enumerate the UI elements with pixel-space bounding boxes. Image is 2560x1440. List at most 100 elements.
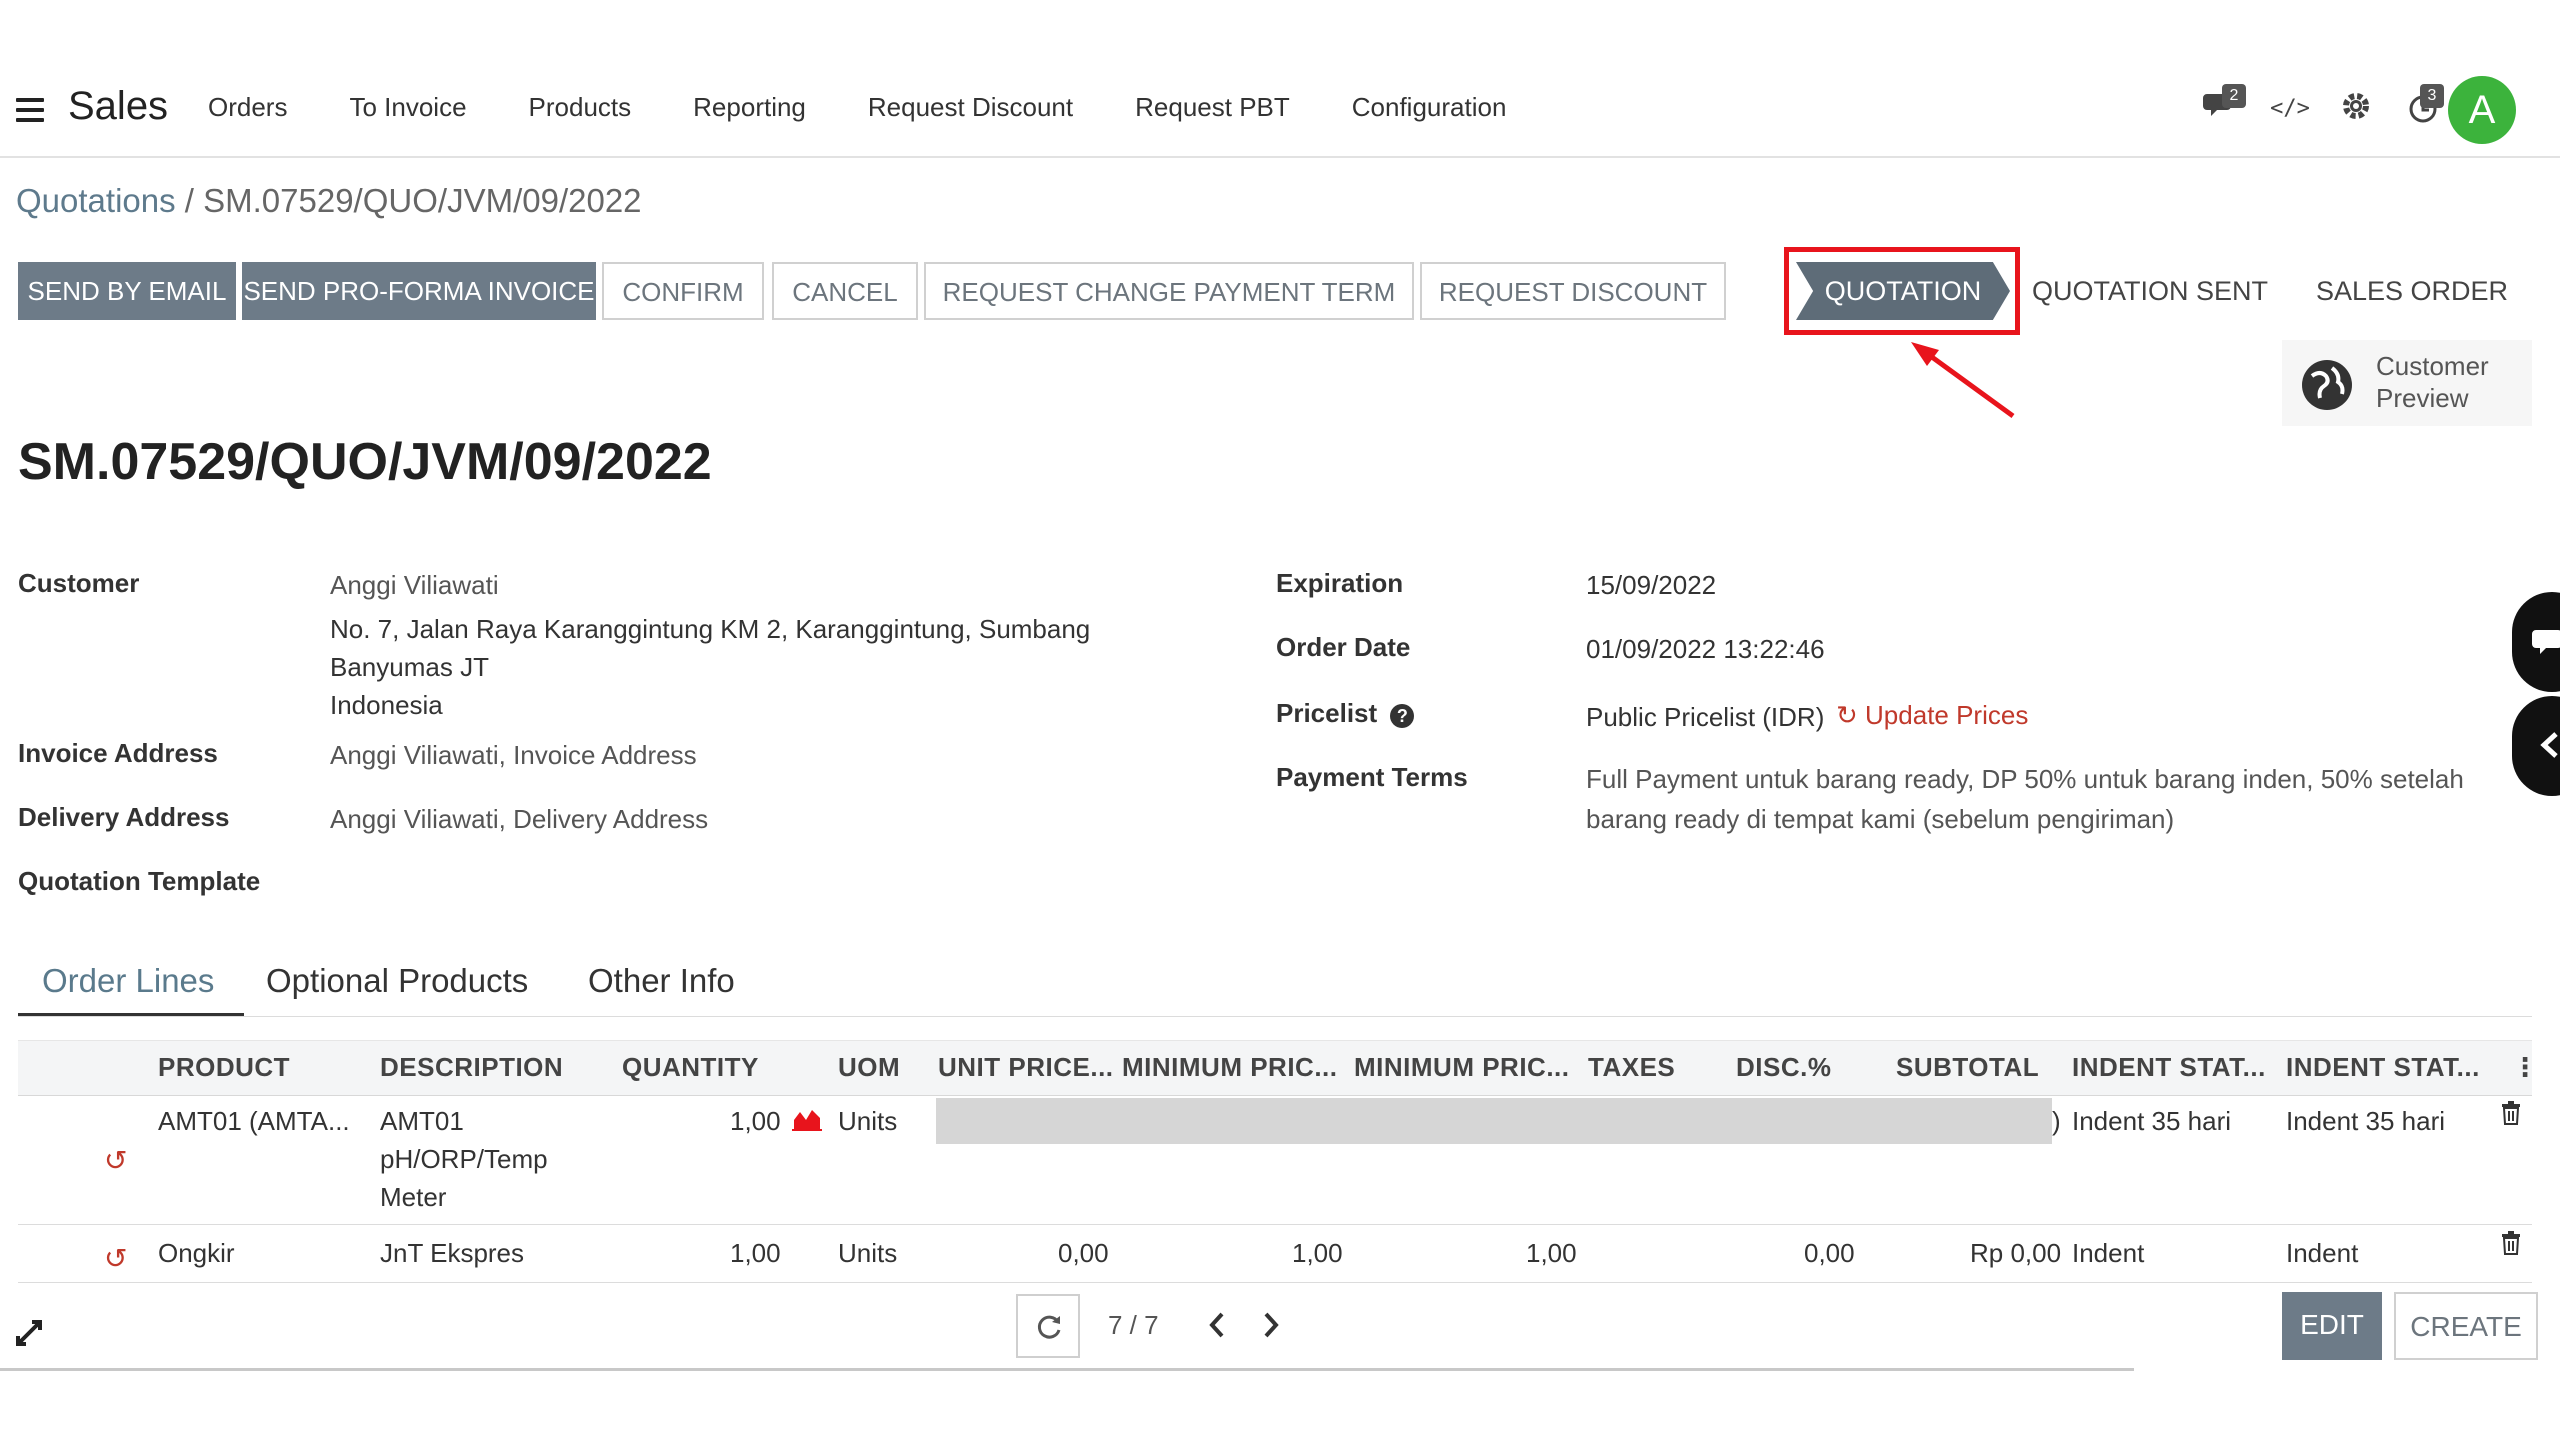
menu-request-discount[interactable]: Request Discount [868, 92, 1073, 123]
row1-product[interactable]: AMT01 (AMTA... [158, 1106, 350, 1137]
app-title[interactable]: Sales [68, 84, 168, 129]
expiration-label: Expiration [1276, 568, 1404, 598]
row2-disc[interactable]: 0,00 [1804, 1238, 1855, 1269]
pager-next-icon[interactable] [1262, 1310, 1282, 1345]
row2-indent-status-2[interactable]: Indent [2286, 1238, 2358, 1269]
menu-configuration[interactable]: Configuration [1352, 92, 1507, 123]
globe-icon [2302, 360, 2352, 410]
send-proforma-invoice-button[interactable]: SEND PRO-FORMA INVOICE [242, 262, 596, 320]
customer-address-line1: No. 7, Jalan Raya Karanggintung KM 2, Ka… [330, 614, 1091, 644]
row2-minimum-price-1[interactable]: 1,00 [1292, 1238, 1343, 1269]
col-minimum-price-1[interactable]: MINIMUM PRIC... [1122, 1052, 1338, 1083]
order-date-field[interactable]: 01/09/2022 13:22:46 [1586, 634, 1825, 665]
payment-terms-line1[interactable]: Full Payment untuk barang ready, DP 50% … [1586, 764, 2464, 795]
expiration-field[interactable]: 15/09/2022 [1586, 570, 1716, 601]
row2-indent-status-1[interactable]: Indent [2072, 1238, 2144, 1269]
trash-icon[interactable] [2500, 1230, 2522, 1263]
row1-description-line3[interactable]: Meter [380, 1182, 446, 1213]
row2-subtotal: Rp 0,00 [1970, 1238, 2062, 1268]
row2-quantity[interactable]: 1,00 [730, 1238, 781, 1269]
menu-orders[interactable]: Orders [208, 92, 287, 123]
menu-toggle-icon[interactable] [16, 98, 44, 122]
help-icon[interactable]: ? [1390, 704, 1415, 728]
row1-description-line1[interactable]: AMT01 [380, 1106, 464, 1137]
update-prices-link[interactable]: ↻ Update Prices [1836, 700, 2028, 731]
forecast-chart-icon[interactable] [792, 1106, 822, 1139]
status-quotation-sent[interactable]: QUOTATION SENT [2020, 262, 2280, 320]
status-sales-order[interactable]: SALES ORDER [2290, 262, 2534, 320]
create-button[interactable]: CREATE [2394, 1292, 2538, 1360]
tab-order-lines[interactable]: Order Lines [42, 962, 214, 1000]
col-uom[interactable]: UOM [838, 1052, 900, 1083]
menu-reporting[interactable]: Reporting [693, 92, 806, 123]
menu-request-pbt[interactable]: Request PBT [1135, 92, 1290, 123]
breadcrumb: Quotations / SM.07529/QUO/JVM/09/2022 [16, 182, 642, 220]
confirm-button[interactable]: CONFIRM [602, 262, 764, 320]
chat-bubble-widget[interactable] [2512, 592, 2560, 692]
row1-quantity[interactable]: 1,00 [730, 1106, 781, 1137]
customer-field[interactable]: Anggi Viliawati [330, 570, 499, 601]
row1-indent-status-1[interactable]: Indent 35 hari [2072, 1106, 2231, 1137]
pager-previous-icon[interactable] [1206, 1310, 1226, 1345]
request-change-payment-term-button[interactable]: REQUEST CHANGE PAYMENT TERM [924, 262, 1414, 320]
expand-icon[interactable] [14, 1318, 44, 1348]
col-quantity[interactable]: QUANTITY [622, 1052, 759, 1083]
tab-optional-products[interactable]: Optional Products [266, 962, 528, 1000]
send-by-email-button[interactable]: SEND BY EMAIL [18, 262, 236, 320]
code-icon[interactable]: </> [2270, 96, 2310, 136]
menu-products[interactable]: Products [529, 92, 632, 123]
user-avatar[interactable]: A [2448, 76, 2516, 144]
breadcrumb-separator: / [175, 182, 204, 219]
col-minimum-price-2[interactable]: MINIMUM PRIC... [1354, 1052, 1570, 1083]
col-description[interactable]: DESCRIPTION [380, 1052, 563, 1083]
undo-icon[interactable]: ↺ [104, 1242, 127, 1275]
customer-preview-label: Customer Preview [2376, 350, 2489, 414]
col-disc[interactable]: DISC.% [1736, 1052, 1831, 1083]
col-subtotal[interactable]: SUBTOTAL [1896, 1052, 2039, 1083]
annotation-arrow-icon [1911, 342, 2015, 419]
top-navbar: Sales Orders To Invoice Products Reporti… [0, 0, 2560, 158]
collapse-panel-widget[interactable] [2512, 696, 2560, 796]
customer-address-line2: Banyumas JT [330, 652, 489, 682]
invoice-address-field[interactable]: Anggi Viliawati, Invoice Address [330, 740, 697, 771]
trash-icon[interactable] [2500, 1100, 2522, 1133]
row-divider [18, 1282, 2532, 1283]
payment-terms-label: Payment Terms [1276, 762, 1468, 792]
row2-minimum-price-2[interactable]: 1,00 [1526, 1238, 1577, 1269]
quotation-template-label: Quotation Template [18, 866, 261, 896]
row2-description[interactable]: JnT Ekspres [380, 1238, 524, 1269]
menu-to-invoice[interactable]: To Invoice [349, 92, 466, 123]
pricelist-field[interactable]: Public Pricelist (IDR) [1586, 702, 1824, 733]
customer-preview-button[interactable]: Customer Preview [2282, 340, 2532, 426]
row1-indent-status-2[interactable]: Indent 35 hari [2286, 1106, 2445, 1137]
col-product[interactable]: PRODUCT [158, 1052, 290, 1083]
request-discount-button[interactable]: REQUEST DISCOUNT [1420, 262, 1726, 320]
pager-value[interactable]: 7 / 7 [1108, 1310, 1159, 1341]
tabs-divider [18, 1016, 2532, 1017]
row1-description-line2[interactable]: pH/ORP/Temp [380, 1144, 548, 1175]
col-indent-status-2[interactable]: INDENT STAT... [2286, 1052, 2480, 1083]
col-taxes[interactable]: TAXES [1588, 1052, 1675, 1083]
row1-uom[interactable]: Units [838, 1106, 897, 1137]
edit-button[interactable]: EDIT [2282, 1292, 2382, 1360]
delivery-address-field[interactable]: Anggi Viliawati, Delivery Address [330, 804, 708, 835]
refresh-icon: ↻ [1836, 700, 1858, 730]
reload-button[interactable] [1016, 1294, 1080, 1358]
column-options-icon[interactable]: ⋮ [2512, 1052, 2539, 1083]
gear-icon[interactable] [2336, 90, 2376, 130]
row2-product[interactable]: Ongkir [158, 1238, 235, 1269]
order-date-label: Order Date [1276, 632, 1411, 662]
breadcrumb-quotations-link[interactable]: Quotations [16, 182, 176, 219]
col-indent-status-1[interactable]: INDENT STAT... [2072, 1052, 2266, 1083]
annotation-highlight-box [1784, 247, 2020, 335]
row2-unit-price[interactable]: 0,00 [1058, 1238, 1109, 1269]
cancel-button[interactable]: CANCEL [772, 262, 918, 320]
undo-icon[interactable]: ↺ [104, 1144, 127, 1177]
col-unit-price[interactable]: UNIT PRICE... [938, 1052, 1114, 1083]
tab-other-info[interactable]: Other Info [588, 962, 735, 1000]
redacted-price-block [936, 1098, 2052, 1144]
activities-badge: 3 [2420, 84, 2444, 108]
delivery-address-label: Delivery Address [18, 802, 230, 832]
row2-uom[interactable]: Units [838, 1238, 897, 1269]
payment-terms-line2[interactable]: barang ready di tempat kami (sebelum pen… [1586, 804, 2174, 835]
